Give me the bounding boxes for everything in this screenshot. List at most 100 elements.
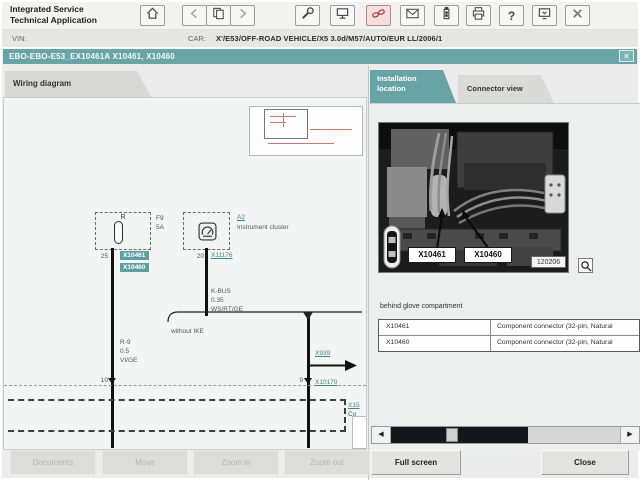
scrollbar-track[interactable] <box>391 427 620 443</box>
scrollbar-range <box>391 427 528 443</box>
mail-icon <box>405 6 420 26</box>
wiring-diagram-canvas[interactable]: R F9 5A 25 X10461 X10460 A2 Instrument c… <box>3 97 367 450</box>
display-button[interactable] <box>532 5 557 26</box>
battery-button[interactable] <box>434 5 459 26</box>
highlighted-connector-x10461[interactable]: X10461 <box>120 251 149 260</box>
magnifier-button[interactable] <box>578 258 593 273</box>
gauge-icon <box>198 222 217 246</box>
location-note: behind glove compartment <box>380 303 463 310</box>
junction-connector-link[interactable]: X10170 <box>315 379 337 386</box>
connector-table: X10461 Component connector (32-pin, Natu… <box>378 319 640 352</box>
connection-plug-icon <box>371 6 386 26</box>
workshop-button[interactable] <box>330 5 355 26</box>
car-label: CAR: <box>188 34 206 43</box>
horizontal-scrollbar[interactable]: ◀ ▶ <box>371 426 640 444</box>
print-button[interactable] <box>466 5 491 26</box>
junction-dashed-line <box>4 385 366 386</box>
minimap-viewport[interactable] <box>264 109 308 139</box>
wiring-diagram-panel: Wiring diagram R F9 5A 25 X10461 X10460 <box>3 66 368 450</box>
tab-connector-view[interactable]: Connector view <box>458 75 554 103</box>
printer-icon <box>471 6 486 26</box>
back-arrow-icon <box>187 6 202 26</box>
wire-arrowhead <box>304 378 312 384</box>
mail-button[interactable] <box>400 5 425 26</box>
vehicle-connection-button[interactable] <box>366 5 391 26</box>
cluster-pin: 20 <box>188 253 204 260</box>
vin-bar: VIN: CAR: X'/E53/OFF-ROAD VEHICLE/X5 3.0… <box>2 30 638 49</box>
photo-ref-number: 120206 <box>531 256 566 268</box>
vin-label: VIN: <box>12 34 27 43</box>
move-button[interactable]: Move <box>102 450 188 475</box>
component-boundary-box <box>3 399 346 432</box>
power-wire-label: R-9 0.5 VI/GE <box>120 339 137 365</box>
branch-line <box>164 308 364 329</box>
photo-label-x10460: X10460 <box>464 247 512 263</box>
document-title-bar: EBO-EBO-E53_EX10461A X10461, X10460 ✕ <box>3 49 637 64</box>
installation-photo: X10461 X10460 120206 <box>378 122 569 273</box>
car-position-icon <box>383 225 401 273</box>
zoom-in-button[interactable]: Zoom in <box>193 450 279 475</box>
close-button[interactable]: Close <box>541 450 629 475</box>
connector-cell: X10460 <box>379 336 491 351</box>
fuse-designation: R <box>96 214 150 221</box>
table-row: X10460 Component connector (32-pin, Natu… <box>379 335 639 351</box>
help-icon: ? <box>508 9 515 23</box>
full-screen-button[interactable]: Full screen <box>371 450 461 475</box>
description-cell: Component connector (32-pin, Natural <box>491 320 639 335</box>
close-x-icon <box>570 6 585 26</box>
offpage-arrow <box>309 359 359 377</box>
help-button[interactable]: ? <box>499 5 524 26</box>
battery-icon <box>439 6 454 26</box>
back-button[interactable] <box>182 5 207 26</box>
scroll-left-button[interactable]: ◀ <box>372 427 391 443</box>
photo-label-x10461: X10461 <box>408 247 456 263</box>
wire-arrowhead <box>108 378 116 384</box>
highlighted-connector-x10460[interactable]: X10460 <box>120 263 149 272</box>
documents-icon <box>211 6 226 26</box>
boundary-label-top[interactable]: X15 <box>348 402 360 409</box>
monitor-icon <box>335 6 350 26</box>
fuse-component-box[interactable]: R <box>95 212 151 250</box>
forward-arrow-icon <box>235 6 250 26</box>
tab-installation-location[interactable]: Installation location <box>370 70 456 103</box>
document-close-button[interactable]: ✕ <box>619 50 634 62</box>
documents-action-button[interactable]: Documents <box>10 450 96 475</box>
service-functions-button[interactable] <box>295 5 320 26</box>
installation-location-panel: Installation location Connector view <box>368 66 640 480</box>
description-cell: Component connector (32-pin, Natural <box>491 336 639 351</box>
fuse-symbol <box>114 221 123 244</box>
header-bar: Integrated Service Technical Application <box>2 2 638 30</box>
document-title: EBO-EBO-E53_EX10461A X10461, X10460 <box>9 52 175 61</box>
table-row: X10461 Component connector (32-pin, Natu… <box>379 320 639 335</box>
app-title-line2: Technical Application <box>10 15 97 26</box>
documents-button[interactable] <box>206 5 231 26</box>
cluster-name: Instrument cluster <box>237 224 289 233</box>
kbus-wire-upper <box>205 248 208 316</box>
home-button[interactable] <box>140 5 165 26</box>
instrument-cluster-box[interactable] <box>183 212 230 250</box>
branch-note: without IKE <box>171 328 204 337</box>
connector-cell: X10461 <box>379 320 491 335</box>
wrench-icon <box>300 6 315 26</box>
offpage-ref-link[interactable]: X939 <box>315 350 330 357</box>
forward-button[interactable] <box>230 5 255 26</box>
home-icon <box>145 6 160 26</box>
app-title-line1: Integrated Service <box>10 4 97 15</box>
car-value: X'/E53/OFF-ROAD VEHICLE/X5 3.0d/M57/AUTO… <box>216 34 442 43</box>
app-title: Integrated Service Technical Application <box>10 4 97 25</box>
display-arrow-icon <box>537 6 552 26</box>
exit-button[interactable] <box>565 5 590 26</box>
zoom-out-button[interactable]: Zoom out <box>284 450 370 475</box>
tab-wiring-diagram[interactable]: Wiring diagram <box>5 71 151 97</box>
scrollbar-thumb[interactable] <box>446 428 458 442</box>
ista-application: Integrated Service Technical Application <box>2 2 638 478</box>
junction-pin-9: 9 <box>287 377 303 384</box>
junction-pin-10: 10 <box>92 377 108 384</box>
diagram-minimap[interactable] <box>249 106 363 156</box>
scroll-right-button[interactable]: ▶ <box>620 427 639 443</box>
fuse-rating: 5A <box>156 224 164 233</box>
cluster-connector-link[interactable]: X11176 <box>211 252 232 259</box>
fuse-code: F9 <box>156 215 164 224</box>
fuse-pin: 25 <box>92 253 108 260</box>
cluster-code-link[interactable]: A2 <box>237 214 245 221</box>
